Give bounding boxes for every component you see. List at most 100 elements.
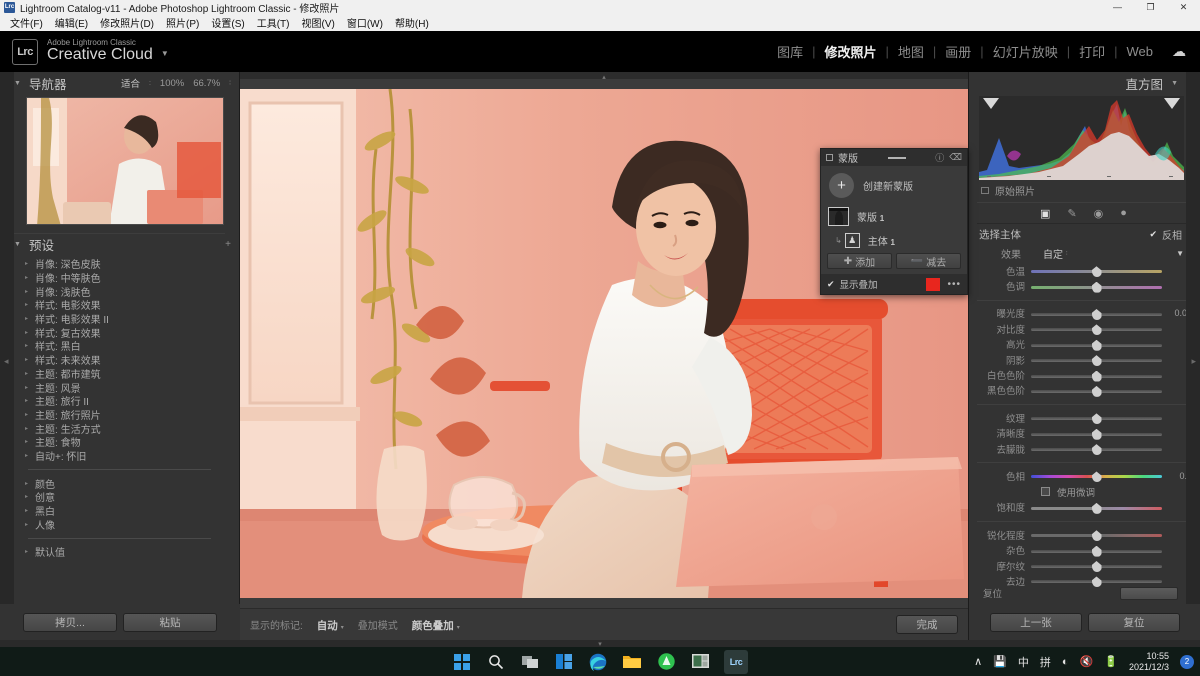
show-overlay-label[interactable]: 显示叠加	[840, 277, 878, 291]
reset-button[interactable]: 复位	[1088, 612, 1180, 632]
slider-track-wrapper[interactable]	[1031, 441, 1162, 456]
slider-row[interactable]: 色调0	[969, 278, 1200, 293]
histogram-header[interactable]: 直方图 ▼	[969, 72, 1200, 94]
navigator-header[interactable]: ▼ 导航器 适合 : 100% 66.7% ∶	[0, 72, 239, 94]
module-tab-1[interactable]: 修改照片	[815, 42, 885, 61]
tray-chevron-icon[interactable]: ∧	[974, 655, 982, 668]
radial-filter-icon[interactable]: ●	[1120, 207, 1127, 219]
slider-handle[interactable]	[1091, 561, 1102, 573]
mask-tool-icon[interactable]: ▣	[1040, 207, 1050, 220]
slider-row[interactable]: 色相0.0	[969, 468, 1200, 483]
module-tab-2[interactable]: 地图	[889, 42, 933, 61]
histogram-chart[interactable]	[979, 96, 1184, 180]
subtract-mask-button[interactable]: ➖ 减去	[896, 253, 961, 269]
preset-group-item[interactable]: ▸ 样式: 电影效果	[0, 298, 239, 312]
slider-handle[interactable]	[1091, 324, 1102, 336]
navigator-preview[interactable]	[26, 97, 224, 225]
effect-row[interactable]: 效果 自定 ∶ ▼	[969, 244, 1200, 263]
preset-group-item[interactable]: ▸ 样式: 未来效果	[0, 353, 239, 367]
effect-dropdown-icon[interactable]: ∶	[1066, 250, 1068, 257]
preset-group-item[interactable]: ▸ 主题: 风景	[0, 380, 239, 395]
slider-track-wrapper[interactable]	[1031, 321, 1162, 336]
widgets-icon[interactable]	[554, 652, 574, 672]
slider-track-wrapper[interactable]	[1031, 527, 1162, 542]
done-button[interactable]: 完成	[896, 615, 958, 634]
usb-icon[interactable]: 💾	[993, 655, 1007, 668]
invert-toggle[interactable]: ✔ 反相	[1149, 227, 1182, 242]
green-app-icon[interactable]	[656, 652, 676, 672]
create-new-mask-row[interactable]: + 创建新蒙版	[821, 166, 967, 204]
more-options-icon[interactable]: •••	[947, 279, 961, 290]
slider-row[interactable]: 高光0	[969, 337, 1200, 352]
preset-group-item[interactable]: ▸ 肖像: 深色皮肤	[0, 257, 239, 271]
slider-track-wrapper[interactable]	[1031, 383, 1162, 398]
presets-header[interactable]: ▼ 预设 +	[0, 234, 239, 254]
slider-row[interactable]: 锐化程度0	[969, 527, 1200, 542]
module-tab-4[interactable]: 幻灯片放映	[984, 42, 1067, 61]
menu-item-7[interactable]: 窗口(W)	[341, 14, 389, 31]
cloud-icon[interactable]: ☁	[1172, 43, 1186, 60]
chevron-right-icon[interactable]: ▸	[1191, 356, 1196, 367]
slider-handle[interactable]	[1091, 413, 1102, 425]
add-mask-button[interactable]: ✚ 添加	[827, 253, 892, 269]
original-photo-toggle[interactable]: 原始照片	[969, 180, 1200, 200]
slider-track-wrapper[interactable]	[1031, 426, 1162, 441]
menu-item-0[interactable]: 文件(F)	[4, 14, 49, 31]
file-explorer-icon[interactable]	[622, 652, 642, 672]
notification-badge[interactable]: 2	[1180, 654, 1194, 669]
slider-handle[interactable]	[1091, 530, 1102, 542]
slider-row[interactable]: 白色色阶0	[969, 367, 1200, 382]
menu-item-5[interactable]: 工具(T)	[251, 14, 296, 31]
mask-list-item[interactable]: 蒙版 1	[821, 204, 967, 229]
menu-item-3[interactable]: 照片(P)	[160, 14, 205, 31]
wifi-icon[interactable]: ◐	[1062, 656, 1069, 668]
slider-handle[interactable]	[1091, 339, 1102, 351]
highlight-clipping-indicator[interactable]	[1164, 98, 1180, 109]
preset-group-item[interactable]: ▸ 自动+: 怀旧	[0, 449, 239, 463]
menu-item-8[interactable]: 帮助(H)	[389, 14, 435, 31]
module-tab-0[interactable]: 图库	[768, 42, 812, 61]
overlay-mode-dropdown[interactable]: 颜色叠加 ▾	[412, 616, 460, 634]
zoom-custom-option[interactable]: 66.7%	[193, 78, 220, 89]
close-button[interactable]: ✕	[1167, 0, 1200, 14]
battery-icon[interactable]: 🔋	[1104, 655, 1118, 668]
minimize-button[interactable]: —	[1101, 0, 1134, 14]
slider-row[interactable]: 黑色色阶0	[969, 383, 1200, 398]
slider-row[interactable]: 摩尔纹0	[969, 558, 1200, 573]
shadow-clipping-indicator[interactable]	[983, 98, 999, 109]
slider-handle[interactable]	[1091, 266, 1102, 278]
ime-pinyin-icon[interactable]: 拼	[1040, 654, 1051, 670]
paste-button[interactable]: 粘贴	[123, 612, 217, 632]
reset-mini-button[interactable]	[1120, 587, 1178, 600]
mask-panel[interactable]: 蒙版 ⓘ ⌫ + 创建新蒙版 蒙版 1 ↳ ♟ 主体 1 ✚ 添加 ➖ 减去 ✔…	[820, 148, 968, 295]
close-icon[interactable]: ⌫	[949, 152, 962, 163]
menu-item-1[interactable]: 编辑(E)	[49, 14, 94, 31]
slider-track-wrapper[interactable]	[1031, 263, 1162, 278]
preset-group-item[interactable]: ▸ 主题: 旅行 II	[0, 394, 239, 408]
chevron-down-icon[interactable]: ▼	[14, 80, 21, 87]
chevron-down-icon[interactable]: ▼	[14, 241, 21, 248]
slider-row[interactable]: 清晰度0	[969, 426, 1200, 441]
module-tab-5[interactable]: 打印	[1070, 42, 1114, 61]
mask-panel-titlebar[interactable]: 蒙版 ⓘ ⌫	[821, 149, 967, 166]
slider-track-wrapper[interactable]	[1031, 543, 1162, 558]
right-panel-collapse-strip[interactable]: ▸	[1186, 72, 1200, 640]
preset-group-item[interactable]: ▸ 默认值	[0, 545, 239, 559]
slider-row[interactable]: 饱和度0	[969, 500, 1200, 515]
preset-group-item[interactable]: ▸ 黑白	[0, 504, 239, 518]
slider-track-wrapper[interactable]	[1031, 500, 1162, 515]
overlay-color-swatch[interactable]	[926, 277, 941, 291]
slider-handle[interactable]	[1091, 502, 1102, 514]
maximize-button[interactable]: ❐	[1134, 0, 1167, 14]
preset-group-item[interactable]: ▸ 样式: 黑白	[0, 339, 239, 353]
question-icon[interactable]: ⓘ	[935, 151, 944, 164]
plus-icon[interactable]: +	[829, 172, 854, 198]
module-tab-3[interactable]: 画册	[936, 42, 980, 61]
effect-expand-icon[interactable]: ▼	[1176, 249, 1184, 258]
preset-group-item[interactable]: ▸ 样式: 复古效果	[0, 325, 239, 340]
left-panel-collapse-strip[interactable]: ◂	[0, 72, 14, 640]
slider-track-wrapper[interactable]	[1031, 410, 1162, 425]
task-view-icon[interactable]	[520, 652, 540, 672]
volume-muted-icon[interactable]: 🔇	[1080, 655, 1094, 668]
slider-row[interactable]: 色温0	[969, 263, 1200, 278]
